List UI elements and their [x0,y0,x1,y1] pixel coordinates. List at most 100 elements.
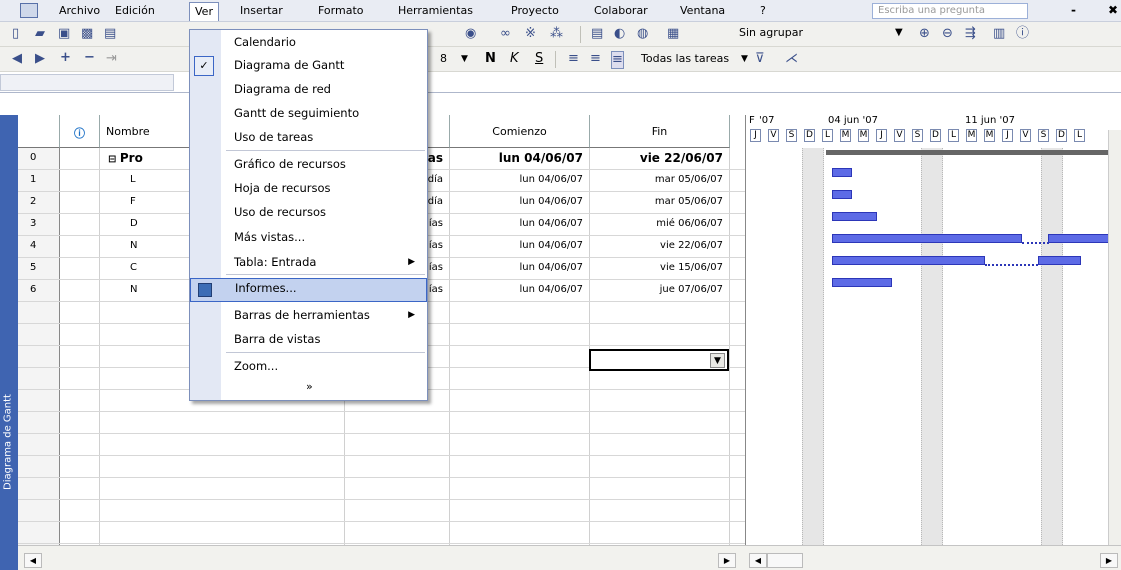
start-cell[interactable]: lun 04/06/07 [450,258,590,279]
task-info-icon[interactable]: ▤ [591,26,603,42]
task-name-cell[interactable] [100,434,345,455]
start-cell[interactable] [450,478,590,499]
indicator-cell[interactable] [60,258,100,279]
row-id[interactable]: 5 [18,258,60,279]
end-cell[interactable] [590,434,730,455]
close-button[interactable]: ✖ [1108,3,1118,17]
indicator-cell[interactable] [60,434,100,455]
indicator-cell[interactable] [60,346,100,367]
menu-item-más-vistas[interactable]: Más vistas... [190,227,427,251]
notes-icon[interactable]: ◐ [614,26,625,42]
indicator-cell[interactable] [60,214,100,235]
task-bar[interactable] [832,190,852,199]
row-id[interactable] [18,522,60,543]
end-cell[interactable] [590,522,730,543]
menu-item-diagrama-de-gantt[interactable]: ✓ Diagrama de Gantt [190,55,427,79]
menu-item-gantt-de-seguimiento[interactable]: Gantt de seguimiento [190,103,427,127]
group-dropdown-arrow-icon[interactable]: ▼ [895,25,903,41]
forward-icon[interactable]: ▶ [35,51,45,67]
end-cell[interactable] [590,412,730,433]
indicator-cell[interactable] [60,412,100,433]
task-bar[interactable] [832,278,892,287]
table-row[interactable] [18,412,745,434]
unlink-icon[interactable]: ※ [525,26,536,42]
row-id[interactable] [18,478,60,499]
menu-item-diagrama-de-red[interactable]: Diagrama de red [190,79,427,103]
font-size-input[interactable]: 8 [440,51,447,67]
indicator-cell[interactable] [60,170,100,191]
menu-edicion[interactable]: Edición [115,4,155,17]
assign-icon[interactable]: ◍ [637,26,648,42]
end-cell[interactable] [590,478,730,499]
expand-menu-icon[interactable]: » [306,380,313,393]
gantt-wizard-icon[interactable]: ⋌ [785,51,798,67]
start-cell[interactable] [450,456,590,477]
row-id[interactable] [18,434,60,455]
end-cell[interactable] [590,324,730,345]
indicator-cell[interactable] [60,148,100,169]
task-name-cell[interactable] [100,412,345,433]
view-bar[interactable]: Diagrama de Gantt [0,115,18,570]
link-icon[interactable]: ∞ [500,26,511,42]
table-horizontal-scrollbar[interactable]: ◀ ▶ [18,545,745,570]
align-center-icon[interactable]: ≡ [590,51,601,67]
indicator-cell[interactable] [60,522,100,543]
gantt-scroll-thumb[interactable] [767,553,803,568]
end-cell[interactable]: vie 22/06/07 [590,148,730,169]
col-header-end[interactable]: Fin [590,115,730,148]
end-cell[interactable] [590,500,730,521]
indent-icon[interactable]: ⇥ [106,51,117,67]
row-id[interactable] [18,368,60,389]
indicator-cell[interactable] [60,280,100,301]
menu-insertar[interactable]: Insertar [240,4,283,17]
row-id[interactable]: 3 [18,214,60,235]
end-cell[interactable] [590,456,730,477]
row-id[interactable] [18,324,60,345]
task-name-cell[interactable] [100,478,345,499]
row-id[interactable]: 6 [18,280,60,301]
menu-item-uso-de-tareas[interactable]: Uso de tareas [190,127,427,151]
row-id[interactable] [18,500,60,521]
row-id[interactable] [18,456,60,477]
task-bar[interactable] [1038,256,1081,265]
autofilter-icon[interactable]: ⊽ [755,51,765,67]
start-cell[interactable]: lun 04/06/07 [450,148,590,169]
app-icon[interactable] [20,3,38,18]
start-cell[interactable] [450,324,590,345]
menu-archivo[interactable]: Archivo [59,4,100,17]
bold-button[interactable]: N [485,51,496,67]
filter-dropdown[interactable]: Todas las tareas [641,51,729,67]
menu-colaborar[interactable]: Colaborar [594,4,648,17]
goto-task-icon[interactable]: ⇶ [965,26,976,42]
table-row[interactable] [18,500,745,522]
row-id[interactable]: 4 [18,236,60,257]
row-id[interactable] [18,302,60,323]
table-row[interactable] [18,478,745,500]
end-cell[interactable]: vie 15/06/07 [590,258,730,279]
start-cell[interactable]: lun 04/06/07 [450,280,590,301]
menu-item-zoom[interactable]: Zoom... [190,356,427,380]
task-bar[interactable] [832,234,1022,243]
gantt-scroll-right-icon[interactable]: ▶ [1100,553,1118,568]
task-name-cell[interactable] [100,456,345,477]
menu-ayuda[interactable]: ? [760,4,766,17]
start-cell[interactable] [450,346,590,367]
start-cell[interactable] [450,390,590,411]
task-name-cell[interactable] [100,522,345,543]
scroll-right-icon[interactable]: ▶ [718,553,736,568]
col-header-start[interactable]: Comienzo [450,115,590,148]
help-search-input[interactable]: Escriba una pregunta [872,3,1028,19]
indicator-cell[interactable] [60,456,100,477]
start-cell[interactable] [450,434,590,455]
gantt-vertical-scrollbar[interactable] [1108,130,1121,545]
duration-cell[interactable] [345,412,450,433]
menu-item-gráfico-de-recursos[interactable]: Gráfico de recursos [190,154,427,178]
split-icon[interactable]: ⁂ [550,26,563,42]
indicator-cell[interactable] [60,390,100,411]
duration-cell[interactable] [345,522,450,543]
menu-item-informes[interactable]: Informes... [190,278,427,302]
start-cell[interactable]: lun 04/06/07 [450,192,590,213]
start-cell[interactable] [450,500,590,521]
menu-item-barras-de-herramientas[interactable]: Barras de herramientas ▶ [190,305,427,329]
end-cell[interactable]: mié 06/06/07 [590,214,730,235]
